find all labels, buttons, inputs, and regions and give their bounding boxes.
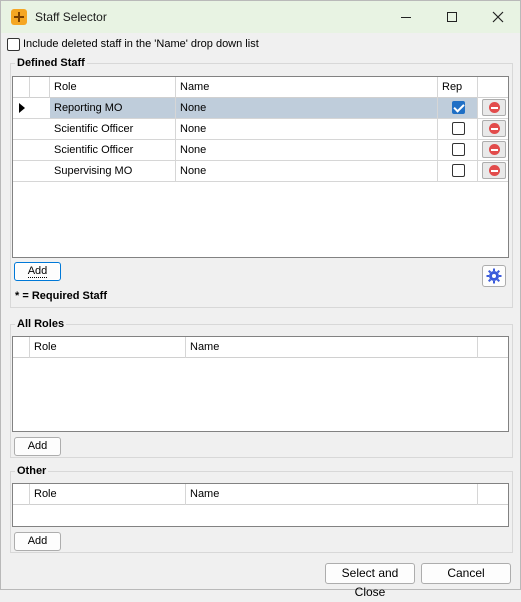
close-button[interactable] <box>475 1 521 33</box>
title-bar[interactable]: Staff Selector <box>1 1 520 33</box>
name-cell[interactable]: None <box>176 119 438 139</box>
table-row[interactable]: Reporting MO None <box>13 98 508 119</box>
rep-checkbox[interactable] <box>452 143 465 156</box>
gear-icon <box>486 268 502 284</box>
name-cell[interactable]: None <box>176 161 438 181</box>
all-roles-grid[interactable]: Role Name <box>12 336 509 432</box>
remove-row-button[interactable] <box>482 141 506 158</box>
remove-row-button[interactable] <box>482 162 506 179</box>
column-header-role[interactable]: Role <box>30 484 186 505</box>
minimize-icon <box>401 16 411 18</box>
column-header-name[interactable]: Name <box>176 77 438 98</box>
role-cell[interactable]: Scientific Officer <box>50 119 176 139</box>
role-cell[interactable]: Supervising MO <box>50 161 176 181</box>
add-defined-staff-button[interactable]: Add <box>14 262 61 281</box>
table-row[interactable]: Scientific Officer None <box>13 140 508 161</box>
row-header-corner <box>13 77 30 98</box>
staff-selector-window: Staff Selector Include deleted staff in … <box>0 0 521 599</box>
rep-checkbox[interactable] <box>452 101 465 114</box>
name-cell[interactable]: None <box>176 98 438 118</box>
all-roles-header: Role Name <box>13 337 508 358</box>
rep-checkbox[interactable] <box>452 164 465 177</box>
rep-checkbox[interactable] <box>452 122 465 135</box>
minus-circle-icon <box>488 144 500 155</box>
window-title: Staff Selector <box>35 10 107 24</box>
role-cell[interactable]: Reporting MO <box>50 98 176 118</box>
column-header-name[interactable]: Name <box>186 484 478 505</box>
role-cell[interactable]: Scientific Officer <box>50 140 176 160</box>
all-roles-title: All Roles <box>15 318 67 330</box>
cancel-button[interactable]: Cancel <box>421 563 511 584</box>
name-cell[interactable]: None <box>176 140 438 160</box>
required-staff-note: * = Required Staff <box>15 290 107 302</box>
spacer-column-header <box>30 77 50 98</box>
minus-circle-icon <box>488 123 500 134</box>
include-deleted-checkbox[interactable] <box>7 38 20 51</box>
column-header-rep[interactable]: Rep <box>438 77 478 98</box>
maximize-icon <box>447 12 457 22</box>
column-header-name[interactable]: Name <box>186 337 478 358</box>
add-other-button[interactable]: Add <box>14 532 61 551</box>
other-header: Role Name <box>13 484 508 505</box>
minus-circle-icon <box>488 102 500 113</box>
app-icon <box>11 9 27 25</box>
rep-cell <box>438 161 478 181</box>
add-all-roles-label: Add <box>27 440 48 452</box>
add-defined-staff-label: Add <box>27 265 48 278</box>
table-row[interactable]: Scientific Officer None <box>13 119 508 140</box>
row-header-corner <box>13 337 30 358</box>
rep-cell <box>438 119 478 139</box>
defined-staff-grid[interactable]: Role Name Rep Reporting MO None Scientif… <box>12 76 509 258</box>
rep-cell <box>438 140 478 160</box>
minimize-button[interactable] <box>383 1 429 33</box>
defined-staff-header: Role Name Rep <box>13 77 508 98</box>
include-deleted-label: Include deleted staff in the 'Name' drop… <box>23 38 259 50</box>
settings-button[interactable] <box>482 265 506 287</box>
rep-cell <box>438 98 478 118</box>
minus-circle-icon <box>488 165 500 176</box>
select-and-close-button[interactable]: Select and Close <box>325 563 415 599</box>
row-header-corner <box>13 484 30 505</box>
add-all-roles-button[interactable]: Add <box>14 437 61 456</box>
maximize-button[interactable] <box>429 1 475 33</box>
add-other-label: Add <box>27 535 48 547</box>
current-row-indicator-icon <box>19 103 25 113</box>
table-row[interactable]: Supervising MO None <box>13 161 508 182</box>
other-grid[interactable]: Role Name <box>12 483 509 527</box>
column-header-role[interactable]: Role <box>30 337 186 358</box>
other-title: Other <box>15 465 49 477</box>
close-icon <box>492 11 504 23</box>
remove-row-button[interactable] <box>482 120 506 137</box>
column-header-role[interactable]: Role <box>50 77 176 98</box>
remove-row-button[interactable] <box>482 99 506 116</box>
defined-staff-title: Defined Staff <box>15 57 87 69</box>
